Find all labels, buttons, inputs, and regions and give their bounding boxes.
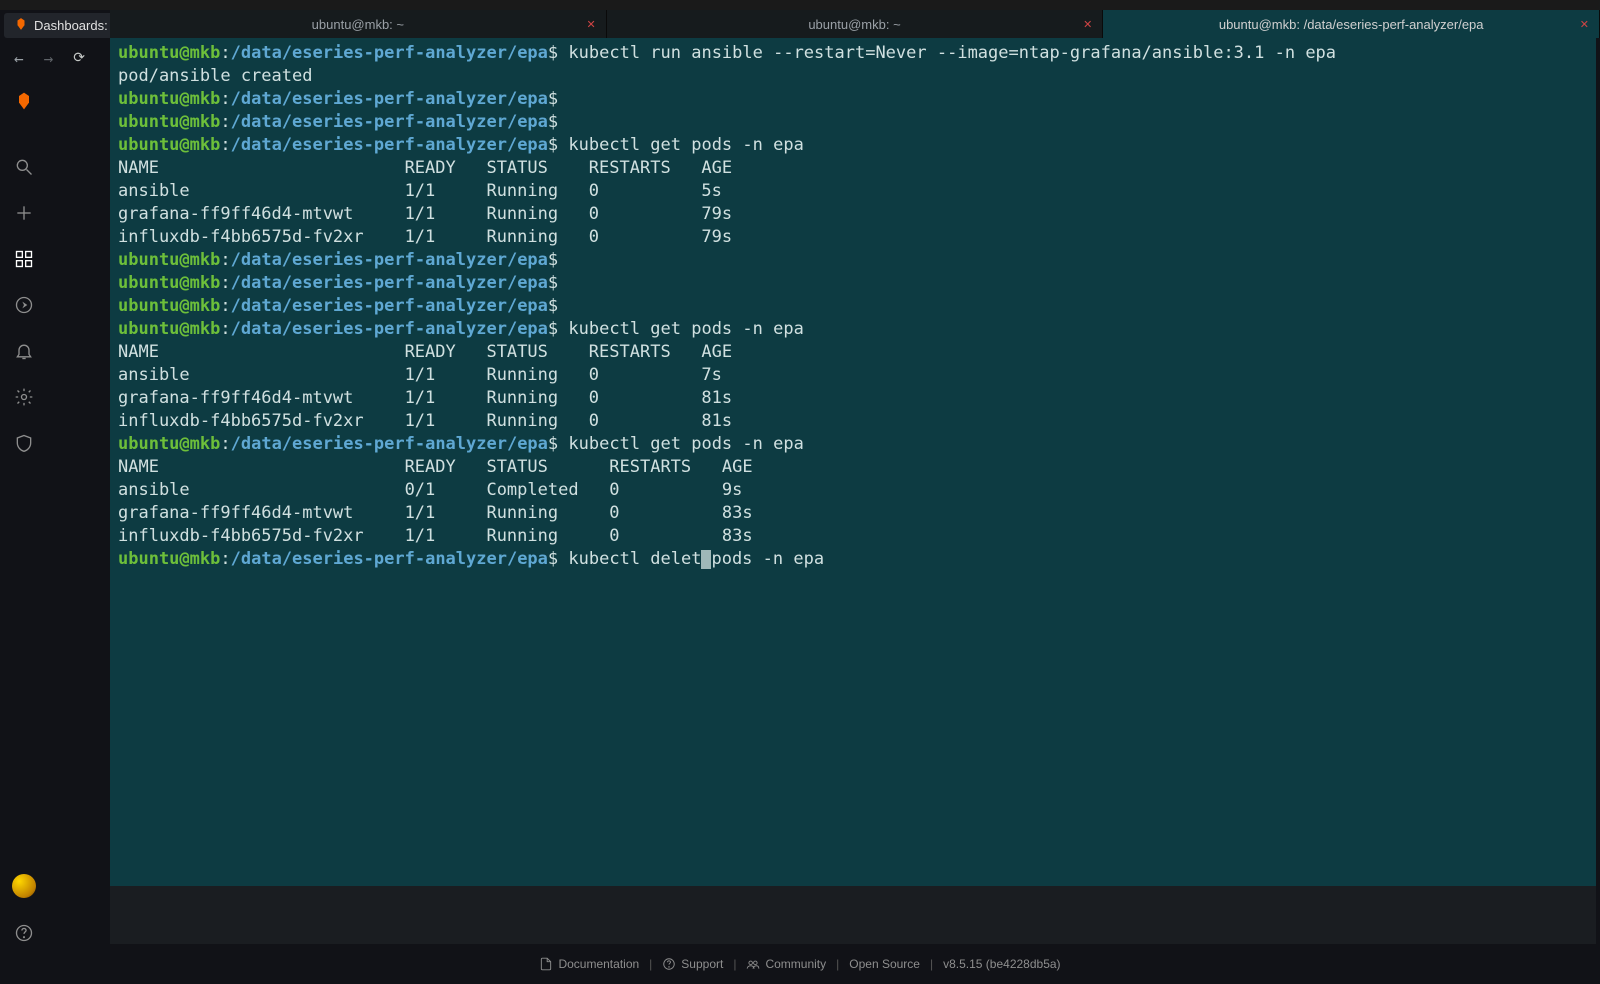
bell-icon[interactable] (13, 340, 35, 362)
shield-icon[interactable] (13, 432, 35, 454)
reload-button[interactable]: ⟳ (73, 50, 85, 66)
grafana-logo-icon (14, 17, 28, 34)
terminal-bottom-gap (110, 886, 1596, 944)
footer-support-link[interactable]: Support (662, 957, 723, 971)
close-icon[interactable]: ✕ (1580, 18, 1589, 31)
terminal[interactable]: ubuntu@mkb:/data/eseries-perf-analyzer/e… (110, 38, 1596, 886)
footer: Documentation | Support | Community | Op… (0, 944, 1600, 984)
os-menubar (0, 0, 1600, 10)
search-icon[interactable] (13, 156, 35, 178)
grafana-tab-label: Dashboards: (34, 18, 108, 33)
terminal-tab-2[interactable]: ubuntu@mkb: ~ ✕ (607, 10, 1104, 38)
footer-label: Community (765, 957, 826, 971)
explore-icon[interactable] (13, 294, 35, 316)
grafana-page-tab[interactable]: Dashboards: (4, 13, 118, 38)
terminal-tab-3[interactable]: ubuntu@mkb: /data/eseries-perf-analyzer/… (1103, 10, 1600, 38)
terminal-tab-1[interactable]: ubuntu@mkb: ~ ✕ (110, 10, 607, 38)
grafana-logo-icon[interactable] (13, 90, 35, 112)
avatar[interactable] (12, 874, 36, 898)
terminal-tab-label: ubuntu@mkb: /data/eseries-perf-analyzer/… (1219, 17, 1484, 32)
footer-label: Support (681, 957, 723, 971)
footer-documentation-link[interactable]: Documentation (539, 957, 639, 971)
footer-label: v8.5.15 (be4228db5a) (943, 957, 1060, 971)
plus-icon[interactable] (13, 202, 35, 224)
close-icon[interactable]: ✕ (586, 18, 595, 31)
footer-opensource-link[interactable]: Open Source (849, 957, 920, 971)
terminal-tabbar: ubuntu@mkb: ~ ✕ ubuntu@mkb: ~ ✕ ubuntu@m… (110, 10, 1600, 38)
help-icon[interactable] (13, 922, 35, 944)
terminal-tab-label: ubuntu@mkb: ~ (312, 17, 404, 32)
sidebar (0, 78, 48, 984)
forward-button[interactable]: → (44, 49, 54, 68)
footer-label: Open Source (849, 957, 920, 971)
close-icon[interactable]: ✕ (1083, 18, 1092, 31)
back-button[interactable]: ← (14, 49, 24, 68)
gear-icon[interactable] (13, 386, 35, 408)
footer-version[interactable]: v8.5.15 (be4228db5a) (943, 957, 1060, 971)
dashboards-icon[interactable] (13, 248, 35, 270)
footer-label: Documentation (558, 957, 639, 971)
footer-community-link[interactable]: Community (746, 957, 826, 971)
terminal-tab-label: ubuntu@mkb: ~ (808, 17, 900, 32)
